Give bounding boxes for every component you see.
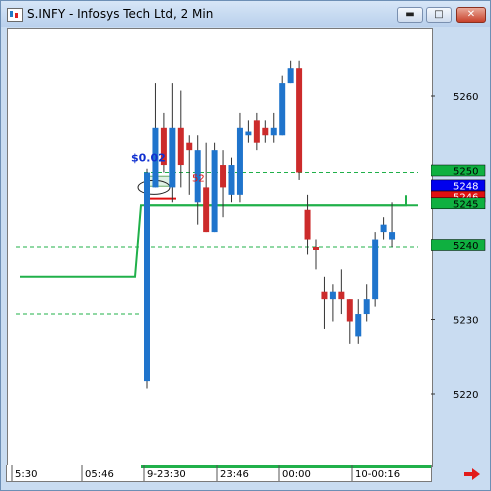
candle-1	[152, 83, 159, 188]
price-tick-1: 5230	[453, 316, 478, 327]
candle-body-26	[363, 299, 370, 315]
time-tick-4: 00:00	[282, 469, 311, 480]
maximize-icon: □	[434, 9, 444, 20]
scroll-right-arrow-icon[interactable]	[462, 466, 482, 482]
candle-3	[169, 83, 176, 203]
candle-body-27	[372, 239, 379, 300]
candle-body-10	[228, 165, 235, 195]
quantity-label: 52	[192, 173, 205, 184]
candle-body-14	[262, 127, 269, 136]
candle-12	[245, 120, 252, 143]
time-tick-0: 5:30	[15, 469, 37, 480]
candle-body-25	[355, 314, 362, 337]
candle-body-11	[236, 127, 243, 195]
candle-body-15	[270, 127, 277, 136]
candle-24	[346, 299, 353, 344]
candle-body-20	[313, 247, 319, 250]
chart-app-icon	[7, 8, 23, 22]
minimize-button[interactable]: ▬	[397, 7, 423, 23]
price-chart[interactable]: $0.02 52	[7, 28, 433, 467]
candle-body-8	[211, 150, 218, 233]
window-title: S.INFY - Infosys Tech Ltd, 2 Min	[27, 7, 214, 21]
maximize-button[interactable]: □	[426, 7, 452, 23]
candle-23	[338, 269, 345, 315]
candle-13	[253, 112, 260, 151]
candle-16	[279, 75, 286, 136]
candle-17	[287, 60, 294, 84]
candle-body-19	[304, 209, 311, 240]
title-bar[interactable]: S.INFY - Infosys Tech Ltd, 2 Min ▬ □ ✕	[1, 1, 490, 27]
close-button[interactable]: ✕	[456, 7, 486, 23]
candle-5	[186, 135, 193, 195]
candle-body-21	[321, 291, 328, 300]
candle-body-4	[177, 127, 184, 166]
time-axis[interactable]: 5:30 05:46 9-23:30 23:46 00:00 10-00:16	[6, 465, 432, 482]
candle-10	[228, 157, 235, 203]
time-tick-3: 23:46	[220, 469, 249, 480]
candle-body-13	[253, 120, 260, 143]
candle-19	[304, 194, 311, 255]
candle-body-9	[220, 165, 227, 188]
candle-21	[321, 276, 328, 329]
candle-8	[211, 142, 218, 233]
candle-body-7	[203, 187, 210, 233]
candle-body-3	[169, 127, 176, 188]
chart-canvas[interactable]: $0.02 52	[8, 29, 432, 466]
candle-7	[203, 142, 210, 233]
candle-18	[296, 60, 303, 180]
candle-0	[144, 168, 150, 389]
candle-body-22	[329, 291, 336, 300]
candle-28	[380, 217, 387, 240]
candle-15	[270, 112, 277, 143]
price-tick-0: 5260	[453, 92, 478, 103]
candle-29	[389, 202, 396, 247]
candle-25	[355, 299, 362, 344]
price-tag-5245: 5245	[453, 199, 478, 210]
candle-11	[236, 112, 243, 203]
candle-body-23	[338, 291, 345, 300]
minimize-icon: ▬	[405, 9, 415, 20]
candle-27	[372, 232, 379, 307]
candle-body-0	[144, 172, 150, 382]
candle-26	[363, 284, 370, 322]
price-axis[interactable]: 52605230522052505248524652455240	[431, 27, 491, 464]
time-tick-1: 05:46	[85, 469, 114, 480]
candle-body-18	[296, 68, 303, 173]
candle-22	[329, 284, 336, 322]
candle-14	[262, 120, 269, 143]
price-tick-2: 5220	[453, 390, 478, 401]
time-tick-5: 10-00:16	[355, 469, 400, 480]
chart-window: S.INFY - Infosys Tech Ltd, 2 Min ▬ □ ✕ $…	[0, 0, 491, 491]
candle-body-17	[287, 68, 294, 84]
candle-body-5	[186, 142, 193, 151]
close-icon: ✕	[466, 9, 476, 20]
candle-body-16	[279, 83, 286, 136]
candle-body-28	[380, 224, 387, 233]
time-axis-highlight	[141, 465, 431, 468]
candle-20	[313, 239, 319, 270]
price-tag-5250: 5250	[453, 167, 478, 178]
price-tag-5248: 5248	[453, 181, 478, 192]
candle-body-29	[389, 232, 396, 240]
price-tag-5240: 5240	[453, 241, 478, 252]
candle-body-12	[245, 131, 252, 136]
time-tick-2: 9-23:30	[147, 469, 186, 480]
pnl-label: $0.02	[131, 151, 166, 164]
candle-body-24	[346, 299, 353, 322]
candle-9	[220, 150, 227, 218]
